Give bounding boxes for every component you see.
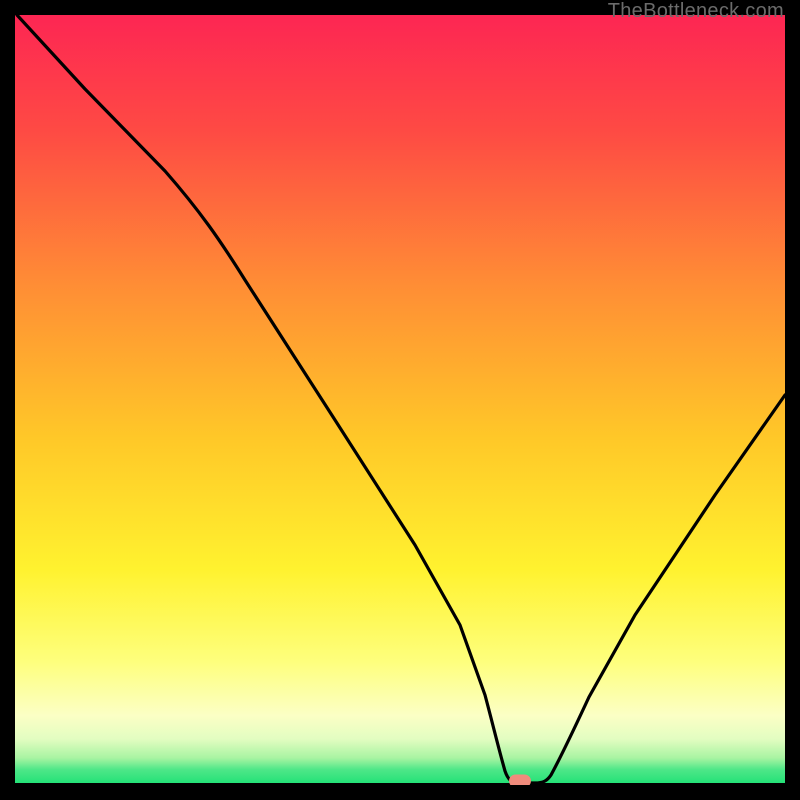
watermark-text: TheBottleneck.com bbox=[608, 0, 784, 23]
optimal-marker bbox=[509, 775, 531, 786]
plot-area bbox=[15, 15, 785, 785]
chart-frame: TheBottleneck.com bbox=[0, 0, 800, 800]
bottleneck-curve bbox=[15, 15, 785, 785]
